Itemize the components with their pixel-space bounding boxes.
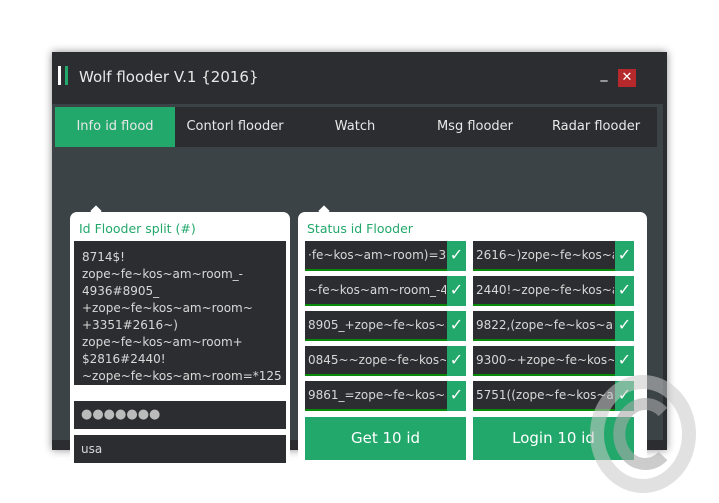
status-id-text: 9300~+zope~fe~kos~a xyxy=(476,353,614,367)
ids-textarea[interactable]: 8714$! zope~fe~kos~am~room_- 4936#8905_ … xyxy=(74,241,286,385)
panel-title: Status id Flooder xyxy=(307,221,413,236)
app-window: Wolf flooder V.1 {2016} _ ✕ Info id floo… xyxy=(52,52,667,472)
status-row: ~fe~kos~am~room_-49 ✓ xyxy=(305,276,466,306)
check-icon: ✓ xyxy=(615,311,634,341)
status-id-text: 0845~~zope~fe~kos~a xyxy=(308,353,446,367)
tab-bar: Info id flood Contorl flooder Watch Msg … xyxy=(55,107,657,147)
tab-info-id-flood[interactable]: Info id flood xyxy=(55,107,175,147)
status-row: 9861_=zope~fe~kos~a ✓ xyxy=(305,381,466,411)
close-button[interactable]: ✕ xyxy=(618,69,636,87)
id-flooder-panel: Id Flooder split (#) 8714$! zope~fe~kos~… xyxy=(70,205,290,472)
status-row: 9822,(zope~fe~kos~am ✓ xyxy=(473,311,634,341)
status-id-text: ~fe~kos~am~room_-49 xyxy=(308,283,446,297)
check-icon: ✓ xyxy=(615,241,634,271)
status-id-text: 8905_+zope~fe~kos~a xyxy=(308,318,446,332)
get-10-id-button[interactable]: Get 10 id xyxy=(305,417,466,460)
window-title: Wolf flooder V.1 {2016} xyxy=(79,68,259,86)
status-id-text: 9822,(zope~fe~kos~am xyxy=(476,318,614,332)
password-field[interactable]: ●●●●●●● xyxy=(74,401,286,429)
check-icon: ✓ xyxy=(447,346,466,376)
tab-watch[interactable]: Watch xyxy=(295,107,415,147)
status-row: 2440!~zope~fe~kos~am✓ xyxy=(473,276,634,306)
status-id-text: 2616~)zope~fe~kos~am xyxy=(476,248,614,262)
check-icon: ✓ xyxy=(615,276,634,306)
content-area: Info id flood Contorl flooder Watch Msg … xyxy=(52,104,663,472)
status-id-text: ·fe~kos~am~room)=34 xyxy=(308,248,446,262)
tab-radar-flooder[interactable]: Radar flooder xyxy=(535,107,657,147)
check-icon: ✓ xyxy=(447,311,466,341)
status-row: 0845~~zope~fe~kos~a ✓ xyxy=(305,346,466,376)
status-row: ·fe~kos~am~room)=34 ✓ xyxy=(305,241,466,271)
check-icon: ✓ xyxy=(447,241,466,271)
tab-control-flooder[interactable]: Contorl flooder xyxy=(175,107,295,147)
check-icon: ✓ xyxy=(447,381,466,411)
status-row: 8905_+zope~fe~kos~a ✓ xyxy=(305,311,466,341)
minimize-button[interactable]: _ xyxy=(598,66,610,86)
status-id-text: 9861_=zope~fe~kos~a xyxy=(308,388,446,402)
status-row: 2616~)zope~fe~kos~am✓ xyxy=(473,241,634,271)
tab-msg-flooder[interactable]: Msg flooder xyxy=(415,107,535,147)
panel-title: Id Flooder split (#) xyxy=(79,221,196,236)
status-id-text: 2440!~zope~fe~kos~am xyxy=(476,283,614,297)
country-field[interactable]: usa xyxy=(74,435,286,463)
watermark-logo-icon xyxy=(590,375,696,493)
check-icon: ✓ xyxy=(447,276,466,306)
